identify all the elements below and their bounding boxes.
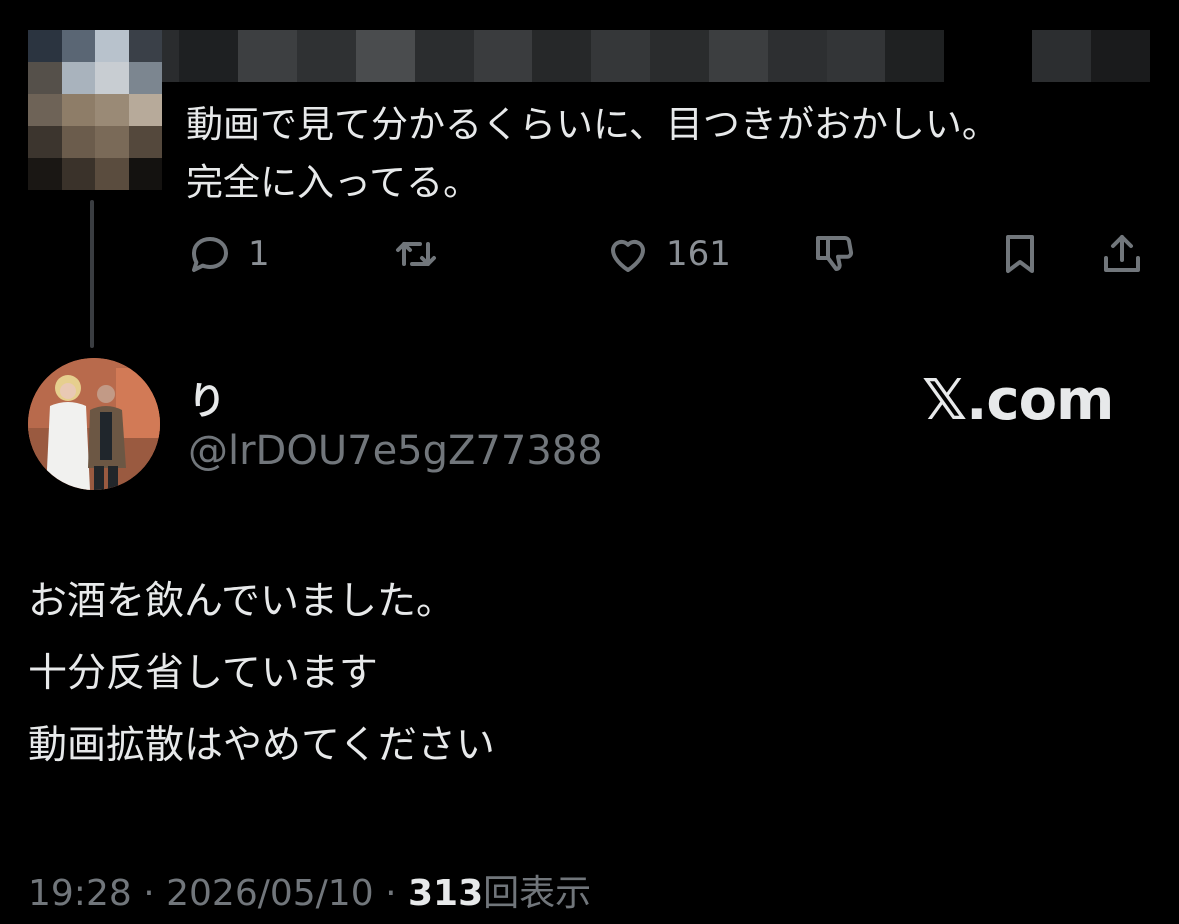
avatar-photo <box>28 358 160 490</box>
bookmark-icon <box>1006 235 1034 273</box>
user-avatar[interactable] <box>28 358 160 490</box>
tweet-text-line: 十分反省しています <box>28 651 378 696</box>
share-icon <box>1104 235 1140 272</box>
dislike-icon <box>816 236 854 271</box>
reply-count: 1 <box>248 234 270 274</box>
separator: · <box>385 873 397 914</box>
tweet-text-line: 動画拡散はやめてください <box>28 723 495 768</box>
retweet-icon <box>396 242 436 266</box>
parent-tweet-text: 動画で見て分かるくらいに、目つきがおかしい。 完全に入ってる。 <box>186 96 1146 212</box>
parent-tweet-actions: 1 161 <box>186 226 1146 282</box>
separator: · <box>143 873 155 914</box>
parent-avatar[interactable] <box>28 30 162 190</box>
dislike-button[interactable] <box>810 226 858 282</box>
reply-button[interactable]: 1 <box>186 226 270 282</box>
tweet-date[interactable]: 2026/05/10 <box>166 873 374 914</box>
display-name[interactable]: り <box>188 370 226 425</box>
user-handle[interactable]: @lrDOU7e5gZ77388 <box>188 428 603 474</box>
tweet-meta: 19:28 · 2026/05/10 · 313回表示 <box>28 864 591 916</box>
like-count: 161 <box>666 234 731 274</box>
view-count: 313 <box>407 873 484 914</box>
heart-icon <box>611 239 645 272</box>
share-button[interactable] <box>1098 226 1146 282</box>
tweet-text-line: お酒を飲んでいました。 <box>28 579 456 624</box>
blurred-username <box>150 30 1151 82</box>
tweet-text: お酒を飲んでいました。 十分反省しています 動画拡散はやめてください <box>28 566 1148 782</box>
view-label: 回表示 <box>483 873 592 914</box>
like-button[interactable]: 161 <box>604 226 731 282</box>
parent-tweet-line: 完全に入ってる。 <box>186 161 481 204</box>
reply-icon <box>192 237 228 272</box>
parent-tweet-line: 動画で見て分かるくらいに、目つきがおかしい。 <box>186 103 999 146</box>
retweet-button[interactable] <box>392 226 440 282</box>
x-com-watermark: 𝕏.com <box>922 368 1114 433</box>
thread-connector-line <box>90 200 94 348</box>
tweet-time[interactable]: 19:28 <box>28 873 132 914</box>
bookmark-button[interactable] <box>996 226 1044 282</box>
